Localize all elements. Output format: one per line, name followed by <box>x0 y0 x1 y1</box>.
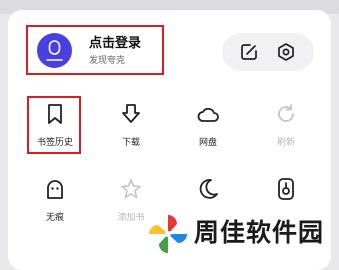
login-subtitle: 发现夸克 <box>89 56 126 66</box>
header-actions <box>222 33 314 71</box>
menu-item-label: 无痕 <box>45 213 64 223</box>
login-card[interactable]: 点击登录 发现夸克 <box>26 25 164 75</box>
menu-item-cloud-drive[interactable]: 网盘 <box>178 98 238 160</box>
menu-item-label: 网盘 <box>198 138 217 148</box>
login-title[interactable]: 点击登录 <box>89 37 141 51</box>
edit-icon[interactable] <box>239 42 259 66</box>
menu-item-label: 下载 <box>121 138 140 148</box>
download-icon <box>119 102 143 126</box>
menu-item-incognito[interactable]: 无痕 <box>25 173 85 235</box>
menu-item-label: 刷新 <box>276 138 295 148</box>
refresh-icon <box>274 102 298 126</box>
watermark-text: 周佳软件园 <box>194 218 325 247</box>
moon-icon <box>196 177 220 201</box>
ghost-icon <box>43 177 67 201</box>
highlight-bookmarks <box>27 96 81 154</box>
watermark: 周佳软件园 <box>146 210 336 258</box>
phone-icon <box>274 177 298 201</box>
menu-item-refresh[interactable]: 刷新 <box>256 98 316 160</box>
star-icon <box>119 177 143 201</box>
avatar[interactable] <box>37 33 72 68</box>
settings-icon[interactable] <box>276 42 296 66</box>
user-icon <box>46 40 63 61</box>
cloud-icon <box>196 102 220 126</box>
menu-item-download[interactable]: 下载 <box>101 98 161 160</box>
pinwheel-logo-icon <box>146 212 190 260</box>
